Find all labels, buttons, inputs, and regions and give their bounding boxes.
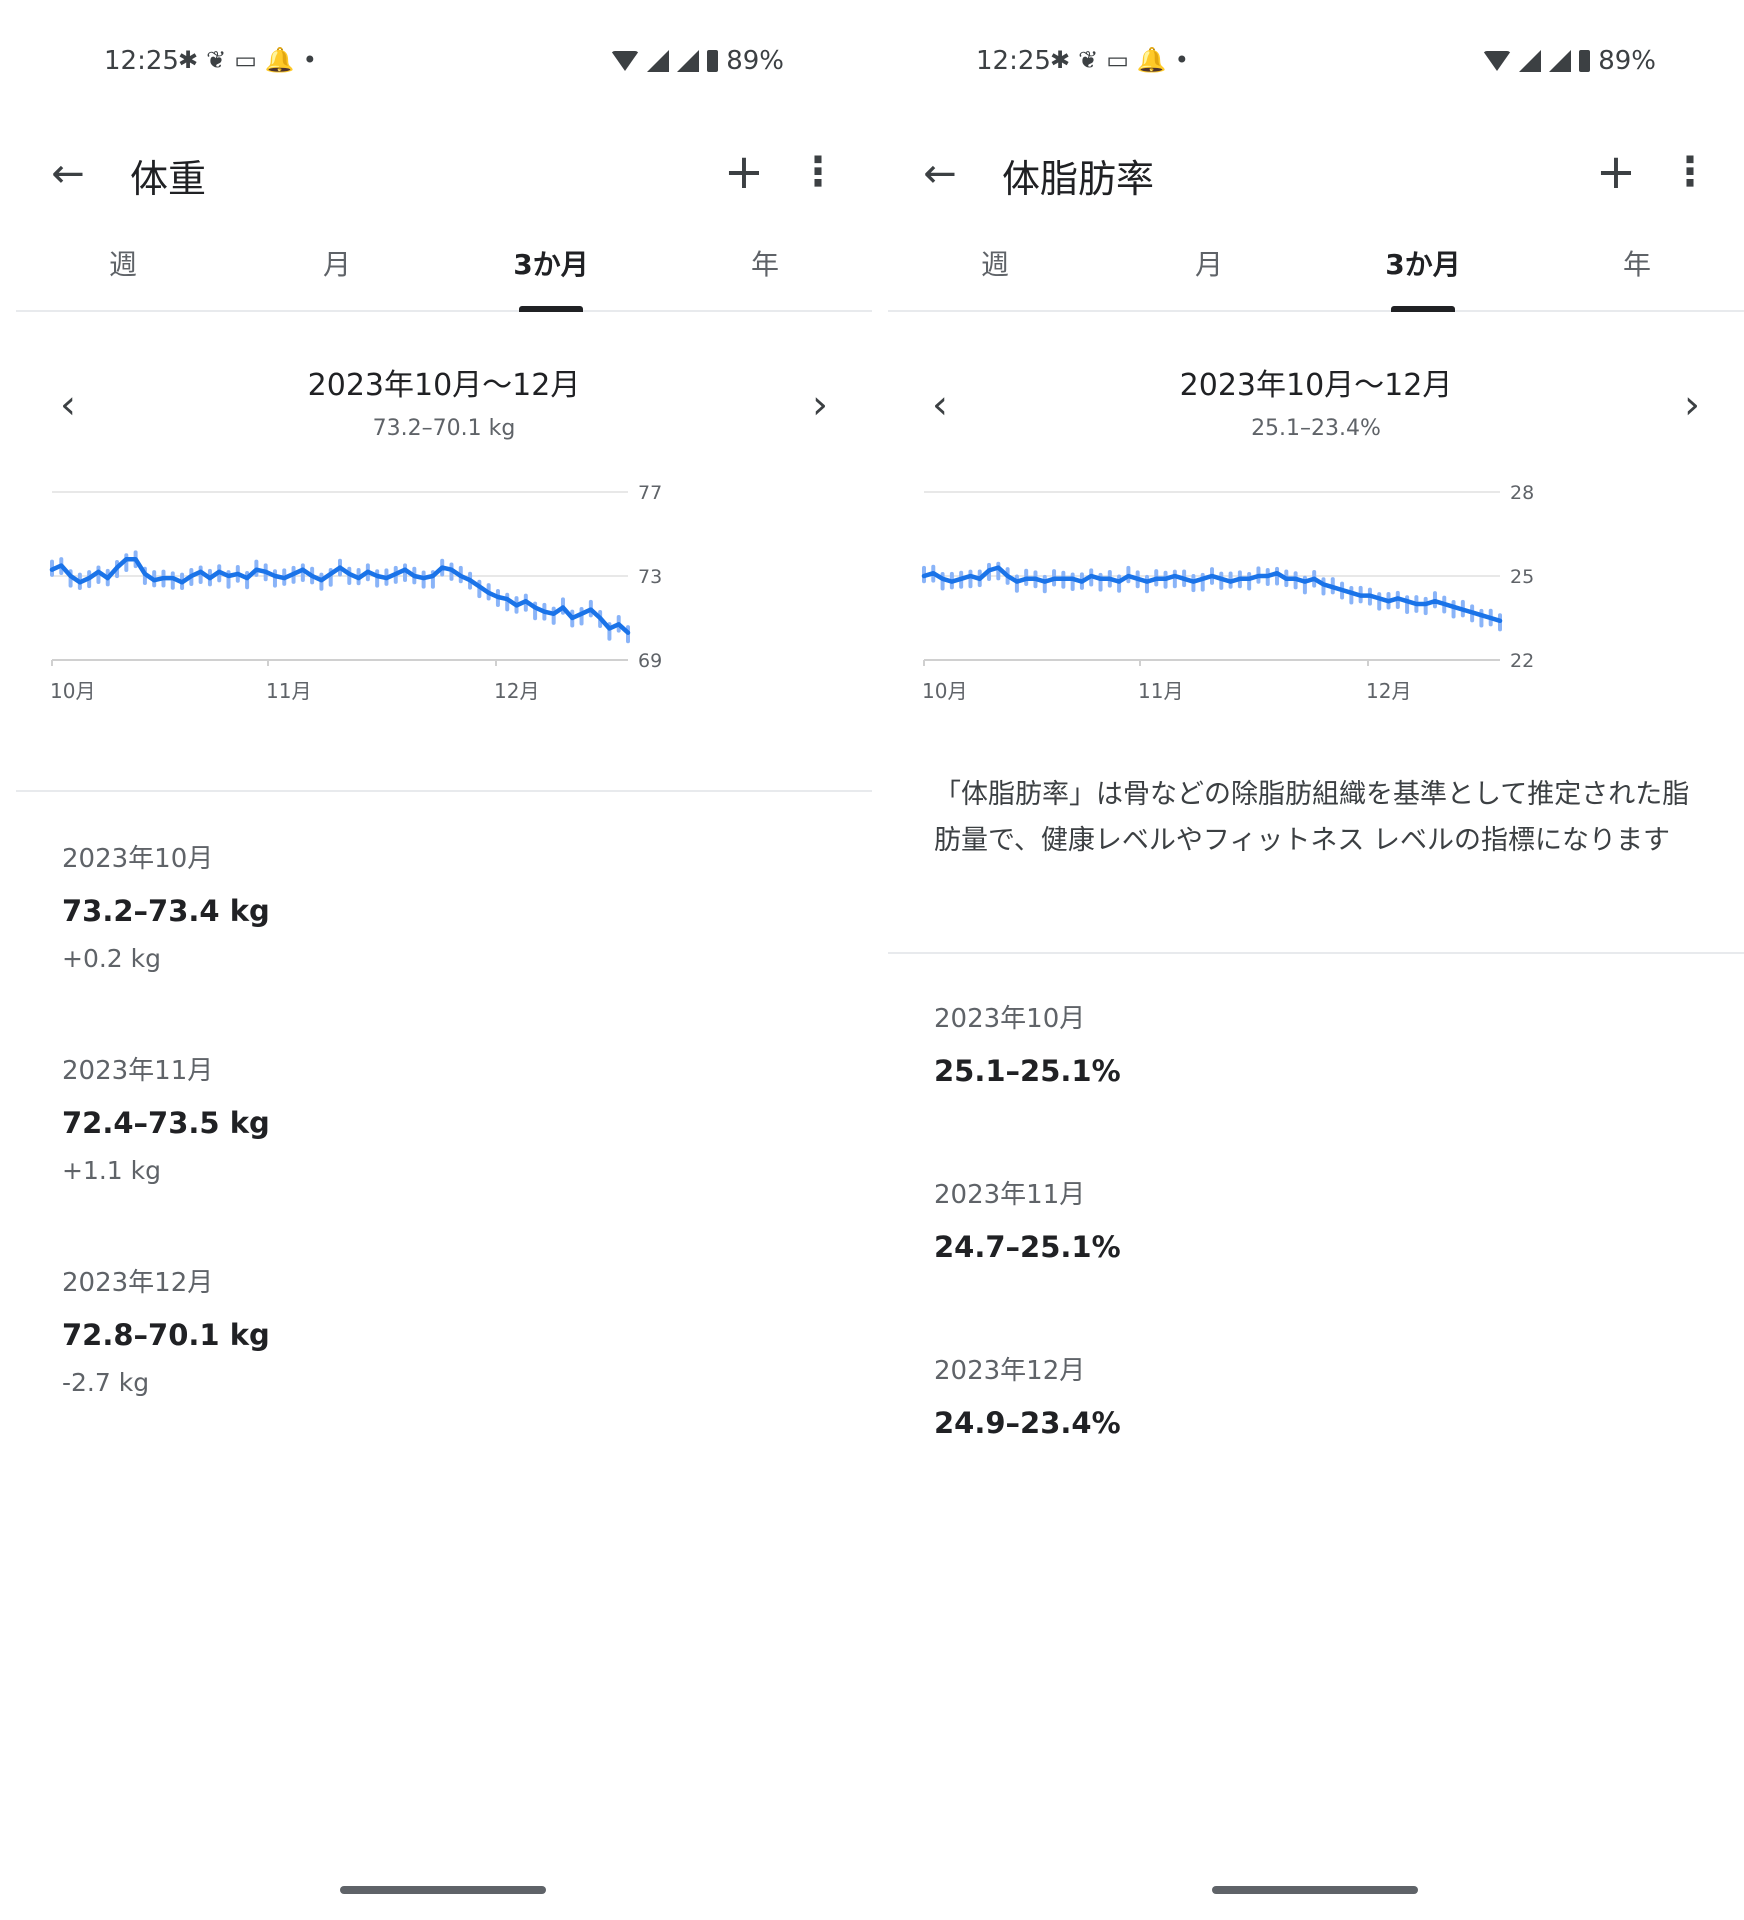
more-vert-icon[interactable]: ⋮ [798,144,838,200]
stat-month: 2023年11月 [934,1180,1086,1210]
page-title: 体脂肪率 [1002,157,1155,201]
battery-icon [707,50,719,72]
back-arrow-icon[interactable]: ← [912,146,968,202]
y-tick-label: 28 [1510,482,1534,504]
stat-item: 2023年12月 72.8–70.1 kg -2.7 kg [62,1262,822,1397]
app-bar: ← 体重 + ⋮ [16,130,872,230]
stat-month: 2023年12月 [934,1356,1086,1386]
stat-range: 24.9–23.4% [934,1406,1121,1440]
x-tick-label: 11月 [266,679,311,703]
y-tick-label: 25 [1510,566,1534,588]
system-icons: 89% [1483,46,1656,76]
slack-icon: ✱ [1050,46,1079,74]
stat-change: +1.1 kg [62,1156,161,1185]
app-icon: ▭ [1106,46,1137,74]
dot-icon: • [1174,46,1197,74]
body-fat-screen: 12:25 ✱❦▭🔔• 89% ← 体脂肪率 + ⋮ 週 月 3か月 年 ‹ 2… [888,0,1744,1920]
notification-icons: ✱❦▭🔔• [178,46,325,74]
stat-range: 73.2–73.4 kg [62,894,270,928]
stat-range: 72.8–70.1 kg [62,1318,270,1352]
stat-month: 2023年12月 [62,1268,214,1298]
x-tick-label: 10月 [50,679,95,703]
stat-range: 24.7–25.1% [934,1230,1121,1264]
tab-month[interactable]: 月 [1102,230,1316,310]
y-tick-label: 69 [638,650,662,672]
page-title: 体重 [130,157,207,201]
stat-item: 2023年10月 73.2–73.4 kg +0.2 kg [62,838,822,973]
signal-icon [647,50,670,72]
battery-icon [1579,50,1591,72]
signal-icon-2 [1549,50,1572,72]
signal-icon-2 [677,50,700,72]
stat-item: 2023年11月 72.4–73.5 kg +1.1 kg [62,1050,822,1185]
home-indicator[interactable] [1212,1886,1418,1894]
wifi-icon [1483,51,1512,71]
divider [888,952,1744,954]
value-range-summary: 25.1–23.4% [1251,416,1381,441]
period-tabs: 週 月 3か月 年 [888,230,1744,312]
home-indicator[interactable] [340,1886,546,1894]
stat-month: 2023年10月 [934,1004,1086,1034]
stat-item: 2023年10月 25.1–25.1% [934,998,1694,1094]
chevron-right-icon[interactable]: › [800,380,840,430]
x-tick-label: 10月 [922,679,967,703]
tab-3-months[interactable]: 3か月 [444,230,658,312]
stat-range: 25.1–25.1% [934,1054,1121,1088]
y-tick-label: 73 [638,566,662,588]
stat-item: 2023年12月 24.9–23.4% [934,1350,1694,1446]
stat-range: 72.4–73.5 kg [62,1106,270,1140]
x-tick-label: 11月 [1138,679,1183,703]
body-fat-chart[interactable]: 28 25 22 10月 11月 12月 [888,470,1744,760]
tab-week[interactable]: 週 [888,230,1102,310]
carrot-icon: ❦ [206,46,235,74]
x-tick-label: 12月 [1366,679,1411,703]
status-time: 12:25 [104,46,179,76]
stat-month: 2023年10月 [62,844,214,874]
period-tabs: 週 月 3か月 年 [16,230,872,312]
carrot-icon: ❦ [1078,46,1107,74]
tab-year[interactable]: 年 [658,230,872,310]
slack-icon: ✱ [178,46,207,74]
add-icon[interactable]: + [1588,144,1644,200]
signal-icon [1519,50,1542,72]
back-arrow-icon[interactable]: ← [40,146,96,202]
tab-month[interactable]: 月 [230,230,444,310]
more-vert-icon[interactable]: ⋮ [1670,144,1710,200]
alarm-icon: 🔔 [264,46,303,74]
x-tick-label: 12月 [494,679,539,703]
trend-line [49,556,631,635]
y-tick-label: 22 [1510,650,1534,672]
body-fat-description: 「体脂肪率」は骨などの除脂肪組織を基準として推定された脂肪量で、健康レベルやフィ… [934,779,1690,856]
tab-3-months[interactable]: 3か月 [1316,230,1530,312]
date-range-header: ‹ 2023年10月〜12月 25.1–23.4% › [888,360,1744,450]
stat-month: 2023年11月 [62,1056,214,1086]
battery-percent: 89% [726,46,784,76]
date-range-title: 2023年10月〜12月 [307,368,581,403]
system-icons: 89% [611,46,784,76]
weight-screen: 12:25 ✱❦▭🔔• 89% ← 体重 + ⋮ 週 月 3か月 年 ‹ 202… [16,0,872,1920]
dot-icon: • [302,46,325,74]
stat-change: -2.7 kg [62,1368,150,1397]
date-range-title: 2023年10月〜12月 [1179,368,1453,403]
tab-week[interactable]: 週 [16,230,230,310]
stat-change: +0.2 kg [62,944,161,973]
weight-chart[interactable]: 77 73 69 10月 11月 12月 [16,470,872,760]
chevron-right-icon[interactable]: › [1672,380,1712,430]
status-time: 12:25 [976,46,1051,76]
wifi-icon [611,51,640,71]
tab-year[interactable]: 年 [1530,230,1744,310]
divider [16,790,872,792]
add-icon[interactable]: + [716,144,772,200]
status-bar: 12:25 ✱❦▭🔔• 89% [16,0,872,130]
battery-percent: 89% [1598,46,1656,76]
status-bar: 12:25 ✱❦▭🔔• 89% [888,0,1744,130]
app-icon: ▭ [234,46,265,74]
alarm-icon: 🔔 [1136,46,1175,74]
date-range-header: ‹ 2023年10月〜12月 73.2–70.1 kg › [16,360,872,450]
value-range-summary: 73.2–70.1 kg [372,416,516,441]
stat-item: 2023年11月 24.7–25.1% [934,1174,1694,1270]
app-bar: ← 体脂肪率 + ⋮ [888,130,1744,230]
y-tick-label: 77 [638,482,662,504]
notification-icons: ✱❦▭🔔• [1050,46,1197,74]
